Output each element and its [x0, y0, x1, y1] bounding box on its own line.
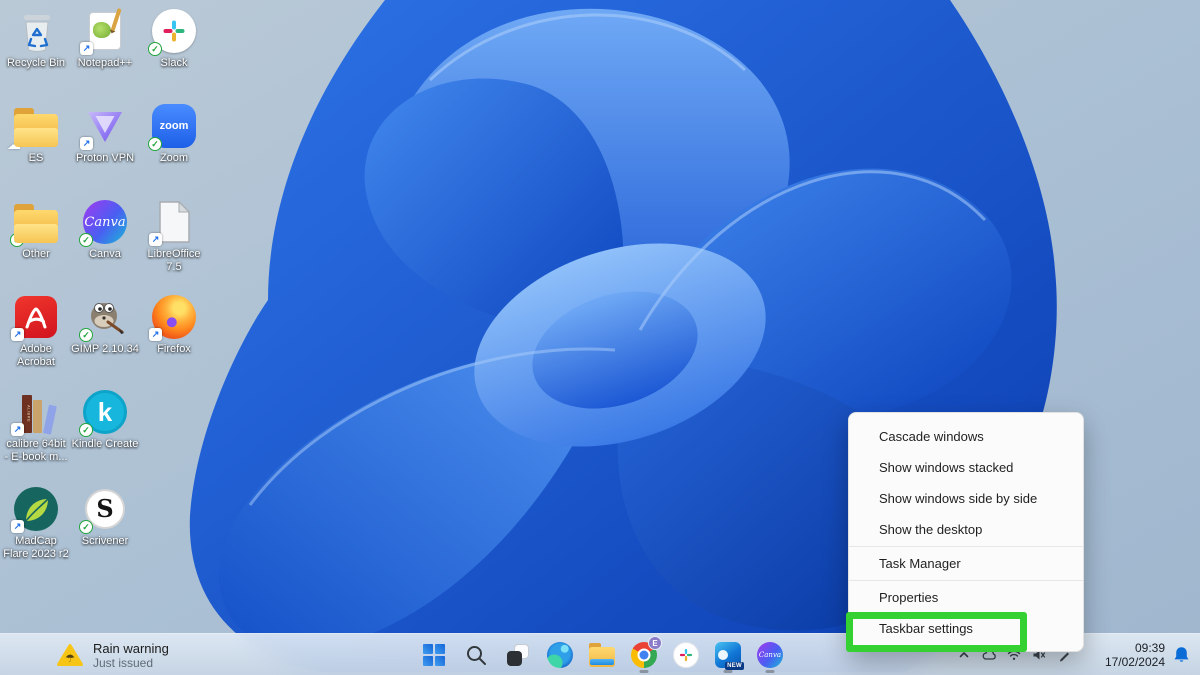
libreoffice-icon: ↗ — [151, 199, 197, 245]
calibre-icon: ALIBRE ↗ — [13, 389, 59, 435]
madcap-flare-icon: ↗ — [13, 486, 59, 532]
weather-warning-icon: ☂ — [56, 643, 84, 668]
outlook-new-badge: NEW — [725, 662, 744, 670]
task-view-button[interactable] — [498, 635, 538, 675]
folder-icon: ✓ — [13, 199, 59, 245]
search-icon — [465, 644, 487, 666]
menu-item-show-windows-stacked[interactable]: Show windows stacked — [849, 452, 1083, 483]
folder-icon: ☁ — [13, 103, 59, 149]
desktop-icon-libreoffice[interactable]: ↗ LibreOffice7.5 — [132, 199, 216, 274]
shortcut-arrow-icon: ↗ — [149, 328, 162, 341]
svg-text:☂: ☂ — [65, 653, 75, 665]
shortcut-arrow-icon: ↗ — [11, 520, 24, 533]
proton-vpn-icon: ↗ — [82, 103, 128, 149]
taskbar-canva-button[interactable]: Canva — [750, 635, 790, 675]
taskbar-chrome-button[interactable]: E — [624, 635, 664, 675]
task-view-icon — [507, 644, 529, 666]
shortcut-arrow-icon: ↗ — [80, 42, 93, 55]
shortcut-arrow-icon: ↗ — [11, 423, 24, 436]
shortcut-arrow-icon: ↗ — [149, 233, 162, 246]
file-explorer-icon — [589, 647, 615, 667]
running-indicator — [640, 670, 649, 673]
windows-desktop: Recycle Bin ↗ Notepad++ ✓ Slack ☁ — [0, 0, 1200, 675]
shortcut-arrow-icon: ↗ — [11, 328, 24, 341]
gimp-icon: ✓ — [82, 294, 128, 340]
menu-separator — [849, 580, 1083, 581]
adobe-acrobat-icon: ↗ — [13, 294, 59, 340]
running-indicator — [724, 670, 733, 673]
shortcut-arrow-icon: ↗ — [80, 137, 93, 150]
sync-check-icon: ✓ — [79, 233, 93, 247]
running-indicator — [766, 670, 775, 673]
weather-subtitle: Just issued — [93, 656, 169, 670]
clock-area[interactable]: 09:39 17/02/2024 — [1105, 634, 1190, 675]
taskbar-edge-button[interactable] — [540, 635, 580, 675]
chrome-profile-badge: E — [648, 636, 662, 650]
desktop-icon-slack[interactable]: ✓ Slack — [132, 8, 216, 70]
edge-icon — [547, 642, 573, 668]
menu-item-taskbar-settings[interactable]: Taskbar settings — [849, 613, 1083, 644]
notification-bell-icon[interactable] — [1173, 646, 1190, 664]
desktop-icon-zoom[interactable]: zoom ✓ Zoom — [132, 103, 216, 165]
menu-separator — [849, 546, 1083, 547]
slack-icon — [673, 642, 699, 668]
scrivener-icon: S ✓ — [82, 486, 128, 532]
sync-check-icon: ✓ — [79, 520, 93, 534]
zoom-icon: zoom ✓ — [151, 103, 197, 149]
kindle-create-icon: k ✓ — [82, 389, 128, 435]
menu-item-show-the-desktop[interactable]: Show the desktop — [849, 514, 1083, 545]
sync-check-icon: ✓ — [79, 423, 93, 437]
desktop-icon-kindle-create[interactable]: k ✓ Kindle Create — [63, 389, 147, 451]
sync-check-icon: ✓ — [148, 137, 162, 151]
weather-widget[interactable]: ☂ Rain warning Just issued — [48, 634, 177, 675]
menu-item-cascade-windows[interactable]: Cascade windows — [849, 421, 1083, 452]
desktop-icon-firefox[interactable]: ↗ Firefox — [132, 294, 216, 356]
weather-title: Rain warning — [93, 641, 169, 656]
taskbar-outlook-button[interactable]: NEW — [708, 635, 748, 675]
start-button[interactable] — [414, 635, 454, 675]
taskbar-slack-button[interactable] — [666, 635, 706, 675]
slack-icon: ✓ — [151, 8, 197, 54]
taskbar-context-menu: Cascade windows Show windows stacked Sho… — [848, 412, 1084, 652]
firefox-icon: ↗ — [151, 294, 197, 340]
clock-date: 17/02/2024 — [1105, 655, 1165, 669]
taskbar-file-explorer-button[interactable] — [582, 635, 622, 675]
sync-check-icon: ✓ — [79, 328, 93, 342]
clock-time: 09:39 — [1105, 641, 1165, 655]
search-button[interactable] — [456, 635, 496, 675]
notepad-plus-plus-icon: ↗ — [82, 8, 128, 54]
canva-icon: Canva — [757, 642, 783, 668]
outlook-new-icon: NEW — [715, 642, 741, 668]
menu-item-properties[interactable]: Properties — [849, 582, 1083, 613]
menu-item-show-windows-side-by-side[interactable]: Show windows side by side — [849, 483, 1083, 514]
windows-logo-icon — [423, 644, 445, 666]
recycle-bin-icon — [13, 8, 59, 54]
menu-item-task-manager[interactable]: Task Manager — [849, 548, 1083, 579]
sync-check-icon: ✓ — [148, 42, 162, 56]
canva-icon: Canva ✓ — [82, 199, 128, 245]
desktop-icon-scrivener[interactable]: S ✓ Scrivener — [63, 486, 147, 548]
